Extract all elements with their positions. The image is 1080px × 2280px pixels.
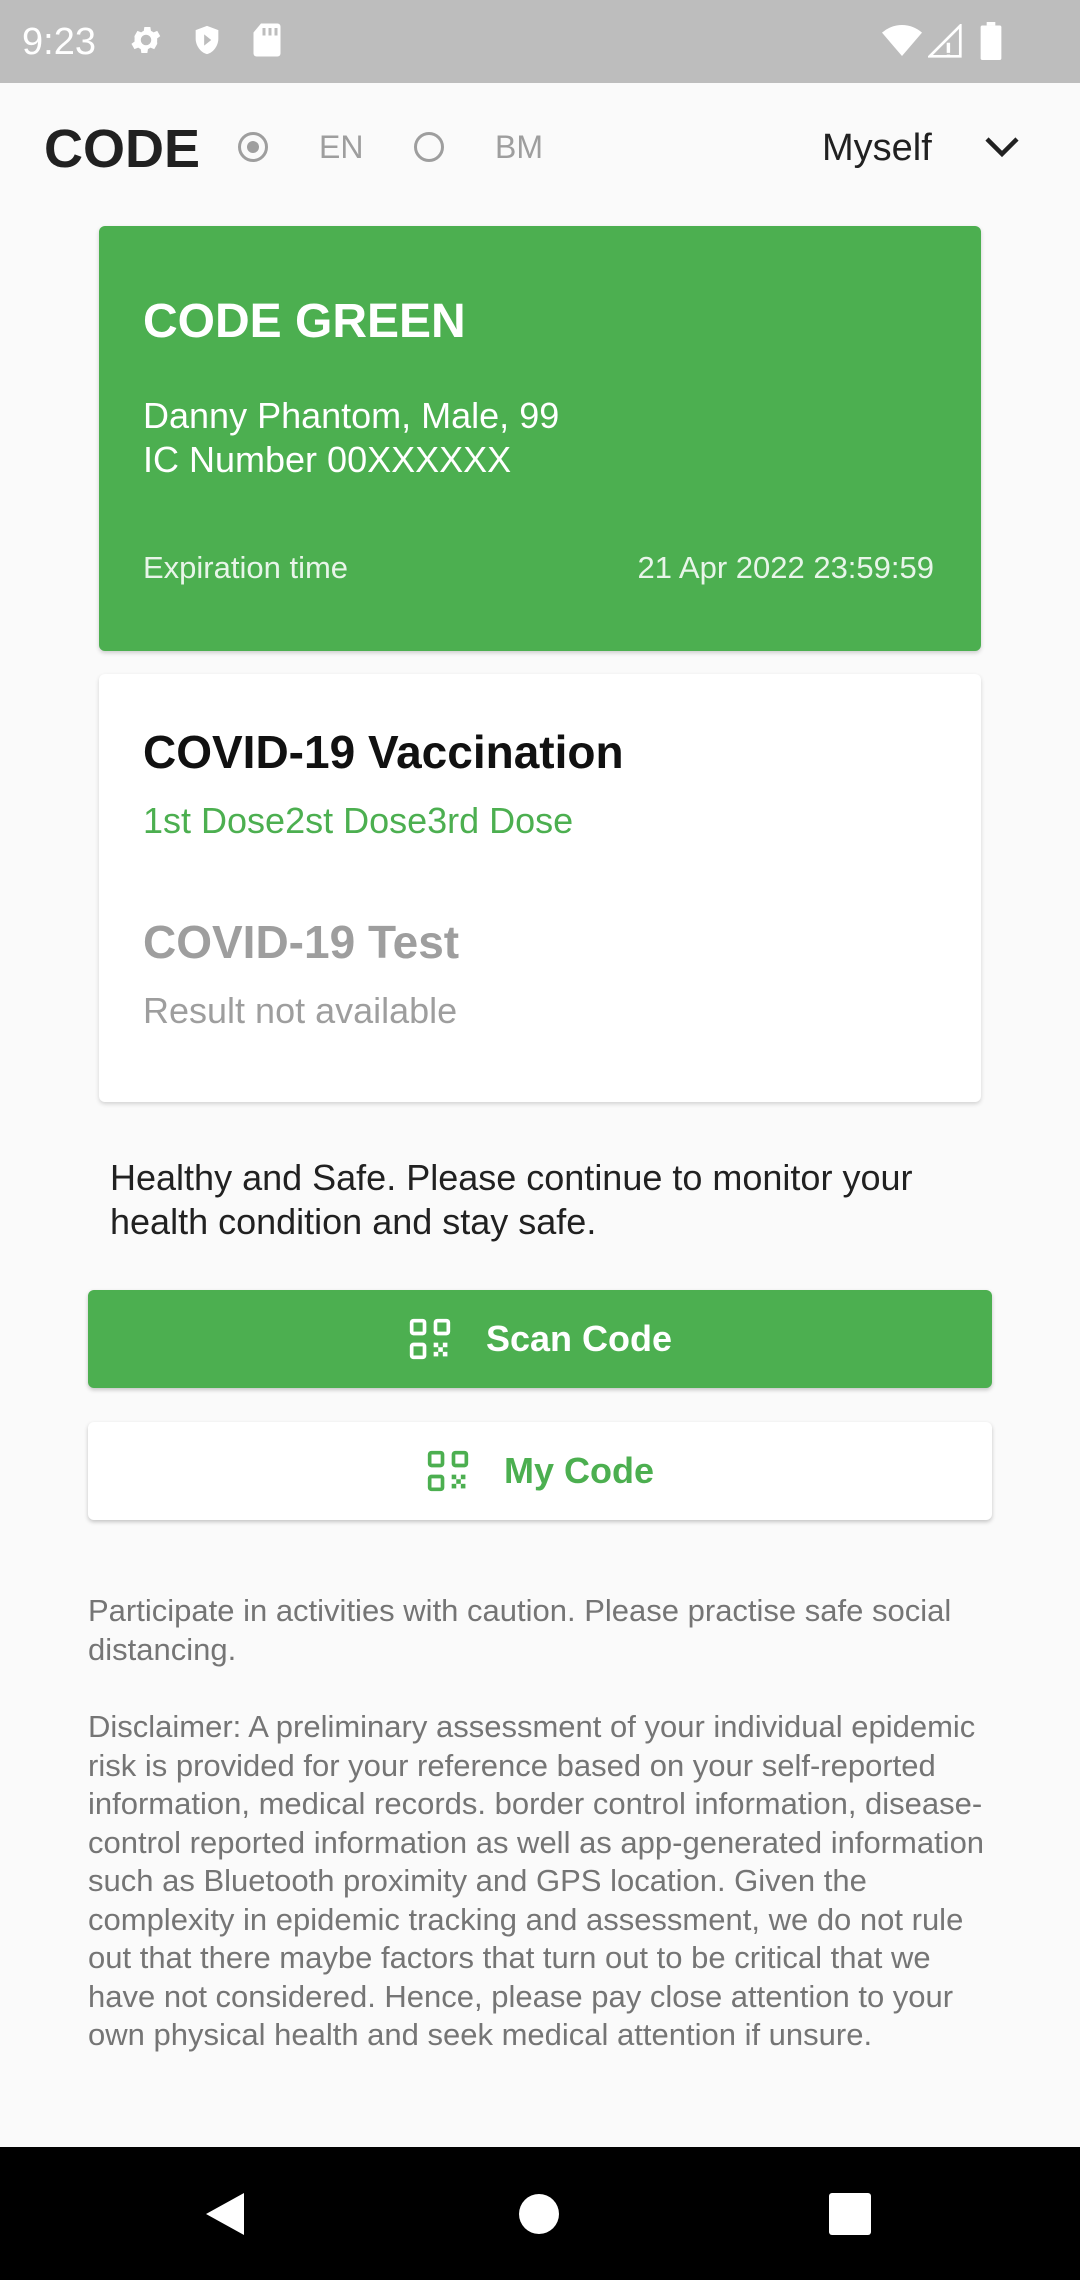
expiration-label: Expiration time (143, 550, 349, 585)
shield-icon (190, 22, 224, 63)
ic-number: IC Number 00XXXXXX (143, 439, 512, 480)
my-code-label: My Code (503, 1450, 654, 1491)
my-code-button[interactable]: My Code (88, 1422, 992, 1520)
caution-note: Participate in activities with caution. … (88, 1593, 952, 1667)
language-radio-en[interactable] (238, 132, 268, 162)
language-radio-bm[interactable] (414, 132, 444, 162)
vaccination-doses: 1st Dose2st Dose3rd Dose (143, 800, 574, 841)
recents-icon[interactable] (828, 2147, 872, 2280)
language-label-bm[interactable]: BM (495, 127, 543, 167)
page-title: CODE (44, 119, 201, 179)
back-icon[interactable] (204, 2147, 246, 2280)
code-status-card: CODE GREEN Danny Phantom, Male, 99 IC Nu… (99, 226, 981, 651)
person-details: Danny Phantom, Male, 99 (143, 395, 560, 436)
status-time: 9:23 (22, 21, 96, 63)
profile-select[interactable]: Myself (822, 125, 932, 171)
vaccination-title: COVID-19 Vaccination (143, 726, 624, 778)
qr-code-icon (408, 1317, 452, 1361)
navigation-bar (0, 2147, 1080, 2280)
app-header: CODE EN BM Myself (0, 83, 1080, 213)
scan-code-label: Scan Code (485, 1318, 673, 1359)
settings-icon (128, 22, 164, 63)
chevron-down-icon[interactable] (984, 135, 1020, 164)
test-title: COVID-19 Test (143, 916, 460, 968)
disclaimer-text: Disclaimer: A preliminary assessment of … (88, 1709, 985, 2052)
status-bar: 9:23 (0, 0, 1080, 83)
qr-code-icon (426, 1449, 470, 1493)
scan-code-button[interactable]: Scan Code (88, 1290, 992, 1388)
health-info-card: COVID-19 Vaccination 1st Dose2st Dose3rd… (99, 674, 981, 1102)
radio-selected-dot (247, 141, 259, 153)
battery-icon (980, 22, 1002, 65)
language-label-en[interactable]: EN (319, 127, 363, 167)
expiration-value: 21 Apr 2022 23:59:59 (637, 550, 934, 585)
test-result: Result not available (143, 990, 458, 1031)
health-message: Healthy and Safe. Please continue to mon… (110, 1157, 913, 1242)
wifi-icon (882, 24, 922, 63)
home-icon[interactable] (518, 2147, 560, 2280)
code-status: CODE GREEN (143, 295, 466, 348)
sd-card-icon (252, 22, 282, 63)
signal-icon (926, 22, 962, 63)
